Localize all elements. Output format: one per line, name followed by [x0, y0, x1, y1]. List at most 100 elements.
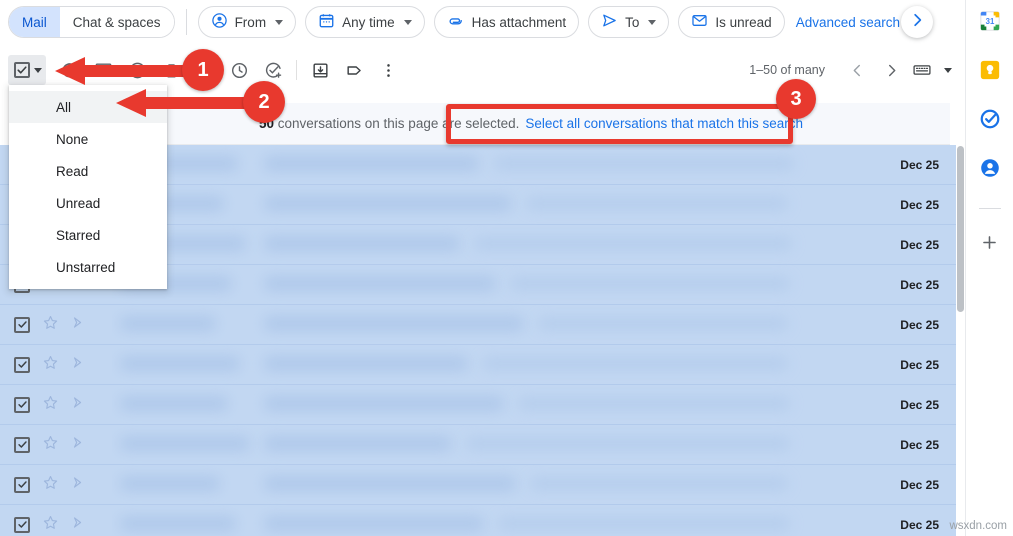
attachment-icon: [447, 12, 465, 33]
conversation-date: Dec 25: [900, 517, 939, 532]
snooze-icon[interactable]: [222, 53, 256, 87]
important-marker-icon[interactable]: [71, 314, 88, 336]
google-tasks-icon[interactable]: [979, 108, 1001, 135]
filter-chip-has-attachment-label: Has attachment: [471, 14, 567, 30]
search-filter-bar: Mail Chat & spaces From Any time Has att…: [0, 0, 965, 44]
send-icon: [601, 12, 618, 32]
filter-chip-any-time[interactable]: Any time: [305, 6, 425, 38]
conversation-preview[interactable]: [112, 505, 849, 536]
google-calendar-icon[interactable]: 31: [979, 10, 1001, 37]
table-row[interactable]: Dec 25: [0, 305, 957, 345]
conversation-preview[interactable]: [112, 385, 849, 425]
calendar-icon: [318, 12, 335, 32]
row-checkbox[interactable]: [14, 356, 30, 373]
table-row[interactable]: Dec 25: [0, 505, 957, 536]
select-all-checkbox-icon[interactable]: [14, 62, 30, 78]
important-marker-icon[interactable]: [71, 394, 88, 416]
conversation-preview[interactable]: [112, 345, 849, 385]
input-tools-caret[interactable]: [937, 54, 959, 86]
chevron-down-icon: [275, 19, 284, 25]
next-page-button[interactable]: [875, 54, 907, 86]
conversation-preview[interactable]: [112, 185, 849, 225]
filter-chip-has-attachment[interactable]: Has attachment: [433, 6, 580, 38]
table-row[interactable]: Dec 25: [0, 345, 957, 385]
row-controls: [0, 474, 112, 496]
dropdown-item-none[interactable]: None: [9, 123, 167, 155]
conversation-date: Dec 25: [900, 397, 939, 412]
input-tools-button[interactable]: [909, 54, 935, 86]
dropdown-item-unread[interactable]: Unread: [9, 187, 167, 219]
conversation-date: Dec 25: [900, 157, 939, 172]
conversation-preview[interactable]: [112, 145, 849, 185]
add-app-button[interactable]: [980, 233, 999, 257]
previous-page-button[interactable]: [841, 54, 873, 86]
important-marker-icon[interactable]: [71, 354, 88, 376]
conversation-preview[interactable]: [112, 425, 849, 465]
row-checkbox[interactable]: [14, 516, 30, 533]
row-checkbox[interactable]: [14, 436, 30, 453]
filter-chip-to-label: To: [625, 14, 640, 30]
annotation-badge-1: 1: [182, 49, 224, 91]
person-circle-icon: [211, 12, 228, 32]
conversation-preview[interactable]: [112, 305, 849, 345]
row-checkbox[interactable]: [14, 396, 30, 413]
chevron-down-icon: [944, 67, 952, 73]
filter-chip-any-time-label: Any time: [342, 14, 395, 30]
envelope-icon: [691, 12, 708, 32]
row-checkbox[interactable]: [14, 476, 30, 493]
important-marker-icon[interactable]: [71, 474, 88, 496]
annotation-badge-2: 2: [243, 81, 285, 123]
conversation-date: Dec 25: [900, 277, 939, 292]
table-row[interactable]: Dec 25: [0, 385, 957, 425]
annotation-highlight-box-3: [446, 104, 793, 144]
chevron-down-icon: [648, 19, 657, 25]
conversation-preview[interactable]: [112, 265, 849, 305]
star-icon[interactable]: [42, 514, 59, 536]
toolbar-divider: [185, 9, 187, 35]
row-controls: [0, 394, 112, 416]
row-controls: [0, 514, 112, 536]
conversation-date: Dec 25: [900, 477, 939, 492]
scope-segmented-control: Mail Chat & spaces: [8, 6, 175, 38]
list-scrollbar-thumb[interactable]: [957, 146, 964, 312]
labels-icon[interactable]: [337, 53, 371, 87]
star-icon[interactable]: [42, 474, 59, 496]
google-keep-icon[interactable]: [979, 59, 1001, 86]
filter-chip-from[interactable]: From: [197, 6, 297, 38]
conversation-date: Dec 25: [900, 237, 939, 252]
row-controls: [0, 314, 112, 336]
google-contacts-icon[interactable]: [979, 157, 1001, 184]
scope-tab-mail[interactable]: Mail: [9, 7, 60, 37]
star-icon[interactable]: [42, 434, 59, 456]
star-icon[interactable]: [42, 394, 59, 416]
dropdown-item-unstarred[interactable]: Unstarred: [9, 251, 167, 283]
conversation-date: Dec 25: [900, 317, 939, 332]
toolbar-divider: [296, 60, 297, 80]
rail-divider: [978, 208, 1001, 209]
star-icon[interactable]: [42, 314, 59, 336]
important-marker-icon[interactable]: [71, 434, 88, 456]
conversation-date: Dec 25: [900, 197, 939, 212]
filter-chip-is-unread[interactable]: Is unread: [678, 6, 785, 38]
row-controls: [0, 434, 112, 456]
row-checkbox[interactable]: [14, 316, 30, 333]
annotation-badge-3: 3: [776, 79, 816, 119]
dropdown-item-read[interactable]: Read: [9, 155, 167, 187]
row-controls: [0, 354, 112, 376]
scroll-filters-right-button[interactable]: [901, 6, 933, 38]
conversation-date: Dec 25: [900, 437, 939, 452]
scope-tab-chat-spaces[interactable]: Chat & spaces: [59, 7, 174, 37]
more-options-icon[interactable]: [371, 53, 405, 87]
filter-chip-to[interactable]: To: [588, 6, 670, 38]
dropdown-item-starred[interactable]: Starred: [9, 219, 167, 251]
conversation-date: Dec 25: [900, 357, 939, 372]
watermark: wsxdn.com: [949, 520, 1007, 532]
table-row[interactable]: Dec 25: [0, 425, 957, 465]
important-marker-icon[interactable]: [71, 514, 88, 536]
advanced-search-link[interactable]: Advanced search: [796, 15, 900, 30]
move-to-inbox-icon[interactable]: [303, 53, 337, 87]
table-row[interactable]: Dec 25: [0, 465, 957, 505]
star-icon[interactable]: [42, 354, 59, 376]
conversation-preview[interactable]: [112, 465, 849, 505]
conversation-preview[interactable]: [112, 225, 849, 265]
